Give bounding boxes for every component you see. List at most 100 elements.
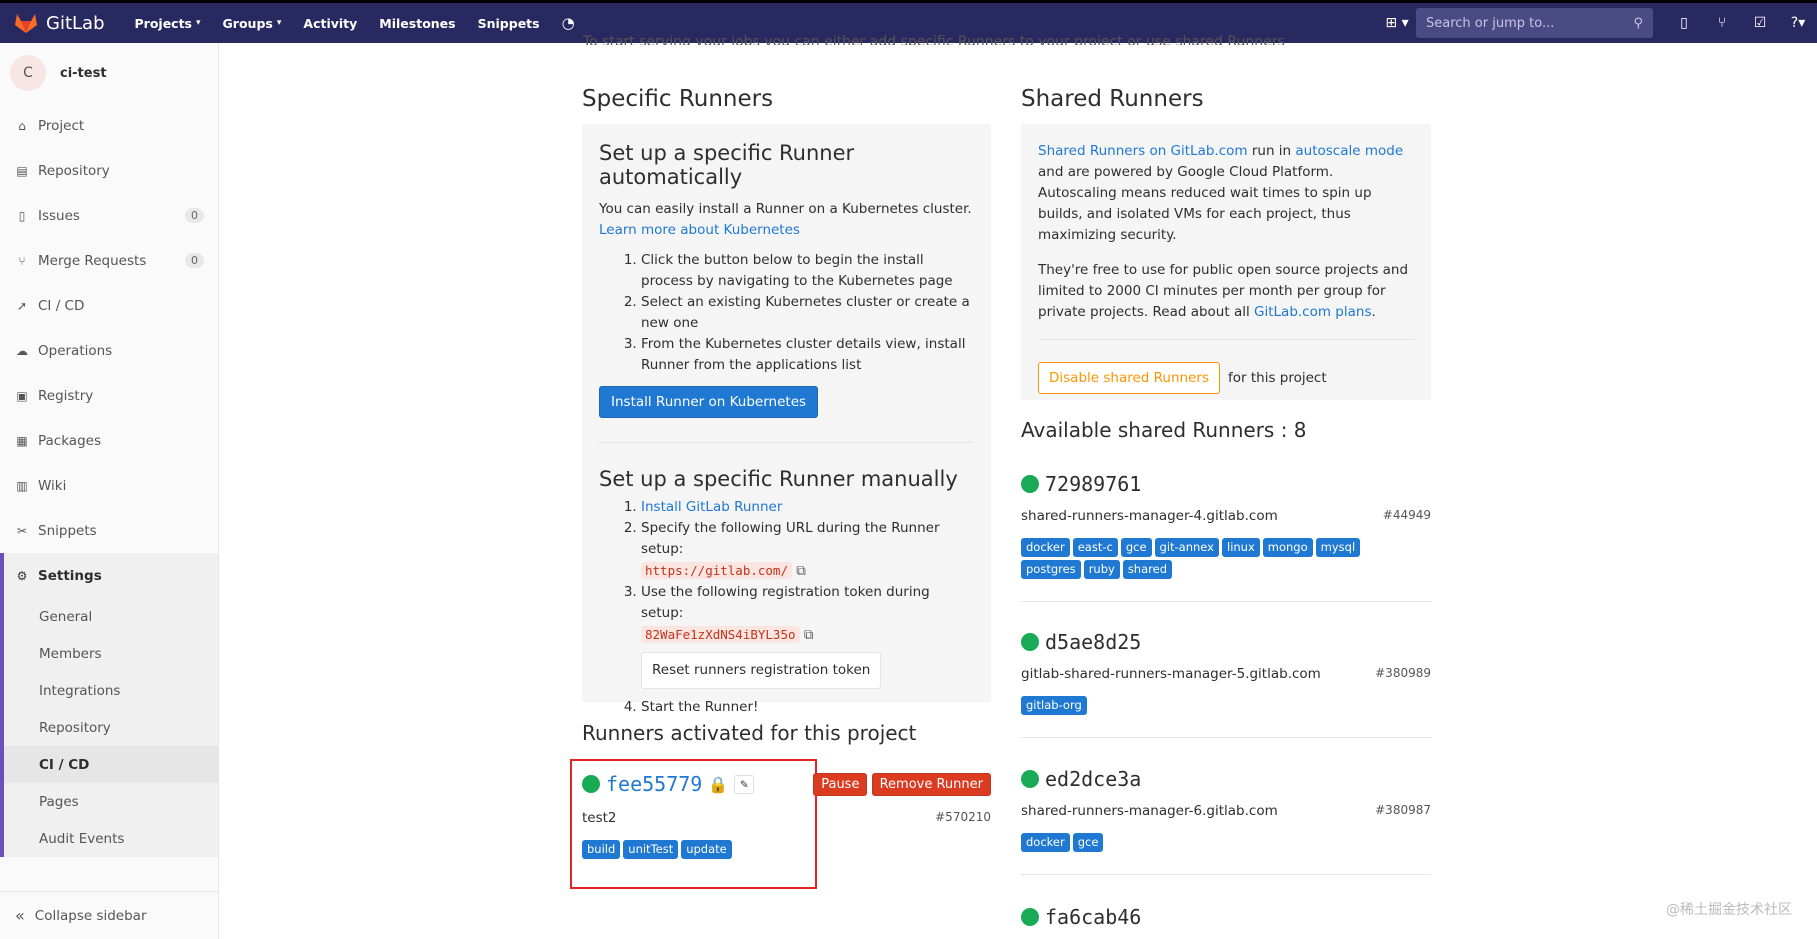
book-icon: ▥ xyxy=(16,478,28,493)
runner-tags: docker gce xyxy=(1021,833,1411,852)
subitem-ci-cd[interactable]: CI / CD xyxy=(4,746,218,783)
status-online-icon xyxy=(582,775,600,793)
sidebar-item-packages[interactable]: ▦ Packages xyxy=(0,418,218,463)
shared-runners-link[interactable]: Shared Runners on GitLab.com xyxy=(1038,143,1248,159)
shared-runner: ed2dce3a shared-runners-manager-6.gitlab… xyxy=(1021,767,1431,875)
runner-tag: update xyxy=(681,840,732,859)
manual-steps-list: Install GitLab Runner Specify the follow… xyxy=(599,497,974,718)
todo-icon[interactable]: ☑ xyxy=(1741,15,1779,31)
sidebar-item-snippets[interactable]: ✂ Snippets xyxy=(0,508,218,553)
sidebar-item-project[interactable]: ⌂ Project xyxy=(0,103,218,148)
list-item: Select an existing Kubernetes cluster or… xyxy=(641,292,974,334)
sidebar-item-registry[interactable]: ▣ Registry xyxy=(0,373,218,418)
help-icon[interactable]: ?▾ xyxy=(1779,15,1817,31)
sidebar-item-operations[interactable]: ☁ Operations xyxy=(0,328,218,373)
shared-runner: 72989761 shared-runners-manager-4.gitlab… xyxy=(1021,472,1431,602)
status-online-icon xyxy=(1021,633,1039,651)
install-gitlab-runner-link[interactable]: Install GitLab Runner xyxy=(641,499,782,515)
tanuki-icon xyxy=(15,14,37,33)
sidebar-item-ci-cd[interactable]: ➚ CI / CD xyxy=(0,283,218,328)
shared-runners-box: Shared Runners on GitLab.com run in auto… xyxy=(1021,124,1431,400)
issues-icon: ▯ xyxy=(18,208,26,223)
gear-icon: ⚙ xyxy=(16,568,28,583)
runner-tag: build xyxy=(582,840,621,859)
sidebar-item-wiki[interactable]: ▥ Wiki xyxy=(0,463,218,508)
disable-shared-runners-button[interactable]: Disable shared Runners xyxy=(1038,362,1220,394)
runner-url[interactable]: https://gitlab.com/ xyxy=(641,562,792,579)
performance-icon[interactable]: ◔ xyxy=(562,14,575,32)
double-chevron-left-icon: « xyxy=(15,906,25,925)
manual-setup-title: Set up a specific Runner manually xyxy=(599,467,958,491)
merge-request-icon[interactable]: ⑂ xyxy=(1703,15,1741,31)
install-runner-button[interactable]: Install Runner on Kubernetes xyxy=(599,386,819,418)
settings-submenu: General Members Integrations Repository … xyxy=(0,598,218,857)
sidebar-item-repository[interactable]: ▤ Repository xyxy=(0,148,218,193)
nav-activity[interactable]: Activity xyxy=(303,14,357,32)
plans-link[interactable]: GitLab.com plans xyxy=(1254,304,1371,320)
edit-icon[interactable]: ✎ xyxy=(734,774,755,794)
remove-runner-button[interactable]: Remove Runner xyxy=(871,772,991,796)
box-icon: ▣ xyxy=(16,388,28,403)
home-icon: ⌂ xyxy=(18,118,26,133)
pause-button[interactable]: Pause xyxy=(813,772,868,796)
subitem-members[interactable]: Members xyxy=(4,635,218,672)
cloud-icon: ☁ xyxy=(16,343,28,358)
scissors-icon: ✂ xyxy=(16,523,28,538)
merge-icon: ⑂ xyxy=(18,253,26,268)
collapse-sidebar-button[interactable]: «Collapse sidebar xyxy=(0,891,219,939)
activated-runners-heading: Runners activated for this project xyxy=(582,721,917,745)
gitlab-logo[interactable]: GitLab xyxy=(14,12,105,34)
subitem-integrations[interactable]: Integrations xyxy=(4,672,218,709)
runner-tag: docker xyxy=(1021,538,1070,557)
runner-tag: gitlab-org xyxy=(1021,696,1087,715)
chevron-down-icon: ▾ xyxy=(196,18,201,28)
project-name: ci-test xyxy=(60,65,107,81)
shared-info-text: Shared Runners on GitLab.com run in auto… xyxy=(1038,143,1404,243)
shared-runners-heading: Shared Runners xyxy=(1021,86,1204,112)
runner-tag: east-c xyxy=(1072,538,1118,557)
avatar: C xyxy=(10,55,46,91)
runner-tag: linux xyxy=(1222,538,1260,557)
sidebar-item-merge-requests[interactable]: ⑂ Merge Requests 0 xyxy=(0,238,218,283)
runner-tags: gitlab-org xyxy=(1021,696,1411,715)
reset-token-button[interactable]: Reset runners registration token xyxy=(641,652,882,689)
nav-groups[interactable]: Groups ▾ xyxy=(223,14,282,32)
registration-token[interactable]: 82WaFe1zXdNS4iBYL35o xyxy=(641,626,800,643)
sidebar-item-issues[interactable]: ▯ Issues 0 xyxy=(0,193,218,238)
subitem-audit-events[interactable]: Audit Events xyxy=(4,820,218,857)
sidebar-item-settings[interactable]: ⚙ Settings xyxy=(0,553,218,598)
count-badge: 0 xyxy=(185,253,204,268)
copy-icon[interactable]: ⧉ xyxy=(804,627,814,643)
runner-tag: unitTest xyxy=(623,840,679,859)
runner-tag: shared xyxy=(1122,560,1172,579)
runner-tag: docker xyxy=(1021,833,1070,852)
subitem-repository[interactable]: Repository xyxy=(4,709,218,746)
issues-icon[interactable]: ▯ xyxy=(1665,15,1703,31)
list-item: Click the button below to begin the inst… xyxy=(641,250,974,292)
nav-milestones[interactable]: Milestones xyxy=(379,14,455,32)
runner-tag: mongo xyxy=(1262,538,1313,557)
sidebar: C ci-test ⌂ Project ▤ Repository ▯ Issues 0 … xyxy=(0,43,219,939)
chevron-down-icon: ▾ xyxy=(276,18,282,28)
search-input[interactable]: Search or jump to... ⚲ xyxy=(1416,8,1653,38)
brand-name: GitLab xyxy=(46,12,105,34)
subitem-pages[interactable]: Pages xyxy=(4,783,218,820)
status-online-icon xyxy=(1021,908,1039,926)
new-item-icon[interactable]: ⊞ ▾ xyxy=(1378,15,1416,31)
watermark: @稀土掘金技术社区 xyxy=(1666,902,1792,918)
runner-tag: gce xyxy=(1120,538,1152,557)
status-online-icon xyxy=(1021,770,1039,788)
list-item: From the Kubernetes cluster details view… xyxy=(641,334,974,376)
intro-text: To start serving your jobs you can eithe… xyxy=(583,34,1285,45)
nav-snippets[interactable]: Snippets xyxy=(478,14,540,32)
runner-id-link[interactable]: fee55779 xyxy=(606,772,702,796)
autoscale-link[interactable]: autoscale mode xyxy=(1295,143,1403,159)
status-online-icon xyxy=(1021,475,1039,493)
project-header[interactable]: C ci-test xyxy=(0,43,218,103)
nav-projects[interactable]: Projects ▾ xyxy=(135,14,201,32)
shared-runner: fa6cab46 xyxy=(1021,905,1431,929)
shared-runner: d5ae8d25 gitlab-shared-runners-manager-5… xyxy=(1021,630,1431,738)
copy-icon[interactable]: ⧉ xyxy=(796,563,806,579)
subitem-general[interactable]: General xyxy=(4,598,218,635)
kubernetes-link[interactable]: Learn more about Kubernetes xyxy=(599,222,800,238)
